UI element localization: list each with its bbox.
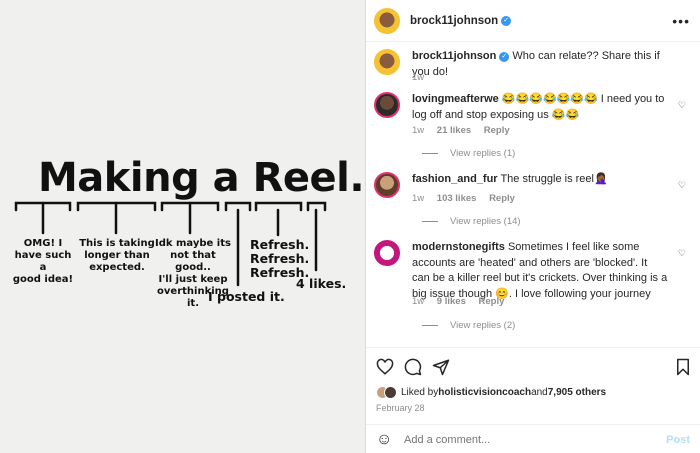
comment-input[interactable]	[404, 433, 667, 446]
comment-username[interactable]: modernstonegifts	[412, 241, 505, 253]
reply-button[interactable]: Reply	[484, 125, 510, 136]
liked-by-others[interactable]: 7,905 others	[548, 387, 606, 398]
comment-bubble-icon[interactable]	[404, 358, 422, 376]
comment-time: 1w	[412, 125, 425, 136]
liker-avatar	[384, 386, 397, 399]
comment-likes[interactable]: 9 likes	[437, 296, 466, 307]
bracket-drawings	[14, 201, 327, 287]
like-comment-heart-icon[interactable]: ♡	[678, 100, 686, 111]
post-date: February 28	[376, 403, 425, 413]
note-refresh: Refresh. Refresh. Refresh.	[250, 237, 310, 280]
reply-button[interactable]: Reply	[479, 296, 505, 307]
post-media[interactable]: Making a Reel. OMG! Ihave such a good ide…	[0, 0, 366, 453]
caption-row: brock11johnson ✓ Who can relate?? Share t…	[374, 49, 692, 89]
replies-divider	[422, 153, 438, 154]
comment-meta: 1w 9 likes Reply	[412, 296, 514, 307]
comment-row: fashion_and_fur The struggle is reel🤦🏾‍♀…	[374, 172, 692, 232]
reply-button[interactable]: Reply	[489, 193, 515, 204]
author-username[interactable]: brock11johnson	[410, 15, 498, 27]
like-comment-heart-icon[interactable]: ♡	[678, 180, 686, 191]
comment-meta: 1w 103 likes Reply	[412, 193, 525, 204]
post-actions: Liked by holisticvisioncoach and 7,905 o…	[366, 347, 700, 453]
view-replies-button[interactable]: View replies (2)	[422, 320, 515, 331]
add-comment-bar: ☺ Post	[366, 424, 700, 453]
note-posted: I posted it.	[208, 289, 285, 304]
verified-badge-icon: ✓	[501, 15, 512, 26]
likes-summary: Liked by holisticvisioncoach and 7,905 o…	[376, 386, 606, 399]
note-taking-long: This is taking longer than expected.	[79, 238, 155, 273]
more-options-icon[interactable]: •••	[672, 13, 690, 29]
comment-row: lovingmeafterwe 😂😂😂😂😂😂😂 I need you to lo…	[374, 92, 692, 162]
note-likes: 4 likes.	[296, 276, 347, 291]
comments-list: brock11johnson ✓ Who can relate?? Share t…	[366, 43, 700, 346]
liked-by-user[interactable]: holisticvisioncoach	[438, 387, 531, 398]
comment-likes[interactable]: 103 likes	[437, 193, 477, 204]
post-header: brock11johnson ✓ •••	[366, 0, 700, 42]
caption-avatar[interactable]	[374, 49, 400, 75]
verified-badge-icon: ✓	[499, 52, 510, 62]
comment-body: modernstonegifts Sometimes I feel like s…	[412, 240, 668, 302]
view-replies-label: View replies (1)	[450, 148, 516, 159]
share-send-icon[interactable]	[432, 358, 450, 376]
commenter-avatar[interactable]	[374, 240, 400, 266]
comment-time: 1w	[412, 296, 425, 307]
likes-prefix: Liked by	[401, 387, 439, 398]
comment-body: fashion_and_fur The struggle is reel🤦🏾‍♀…	[412, 172, 668, 188]
post-comment-button[interactable]: Post	[666, 434, 690, 446]
commenter-avatar[interactable]	[374, 172, 400, 198]
note-idea: OMG! Ihave such a good idea!	[12, 238, 74, 285]
comment-body: lovingmeafterwe 😂😂😂😂😂😂😂 I need you to lo…	[412, 92, 668, 123]
view-replies-button[interactable]: View replies (1)	[422, 148, 515, 159]
comment-username[interactable]: lovingmeafterwe	[412, 93, 499, 105]
view-replies-button[interactable]: View replies (14)	[422, 216, 521, 227]
action-icons	[376, 358, 692, 380]
commenter-avatar[interactable]	[374, 92, 400, 118]
comment-username[interactable]: fashion_and_fur	[412, 173, 498, 185]
comment-time: 1w	[412, 193, 425, 204]
replies-divider	[422, 221, 438, 222]
emoji-smiley-icon[interactable]: ☺	[376, 431, 394, 449]
view-replies-label: View replies (14)	[450, 216, 521, 227]
caption-username[interactable]: brock11johnson	[412, 50, 496, 62]
caption-time: 1w	[412, 72, 425, 83]
post-side-panel: brock11johnson ✓ ••• brock11johnson ✓ Who…	[366, 0, 700, 453]
view-replies-label: View replies (2)	[450, 320, 516, 331]
comment-text: The struggle is reel🤦🏾‍♀️	[500, 173, 608, 185]
like-comment-heart-icon[interactable]: ♡	[678, 248, 686, 259]
comment-likes[interactable]: 21 likes	[437, 125, 471, 136]
author-avatar[interactable]	[374, 7, 400, 34]
replies-divider	[422, 325, 438, 326]
likes-and: and	[531, 387, 548, 398]
like-heart-icon[interactable]	[376, 358, 394, 376]
save-bookmark-icon[interactable]	[674, 358, 692, 376]
comment-row: modernstonegifts Sometimes I feel like s…	[374, 240, 692, 340]
comment-meta: 1w 21 likes Reply	[412, 125, 520, 136]
caption-body: brock11johnson ✓ Who can relate?? Share t…	[412, 49, 668, 80]
